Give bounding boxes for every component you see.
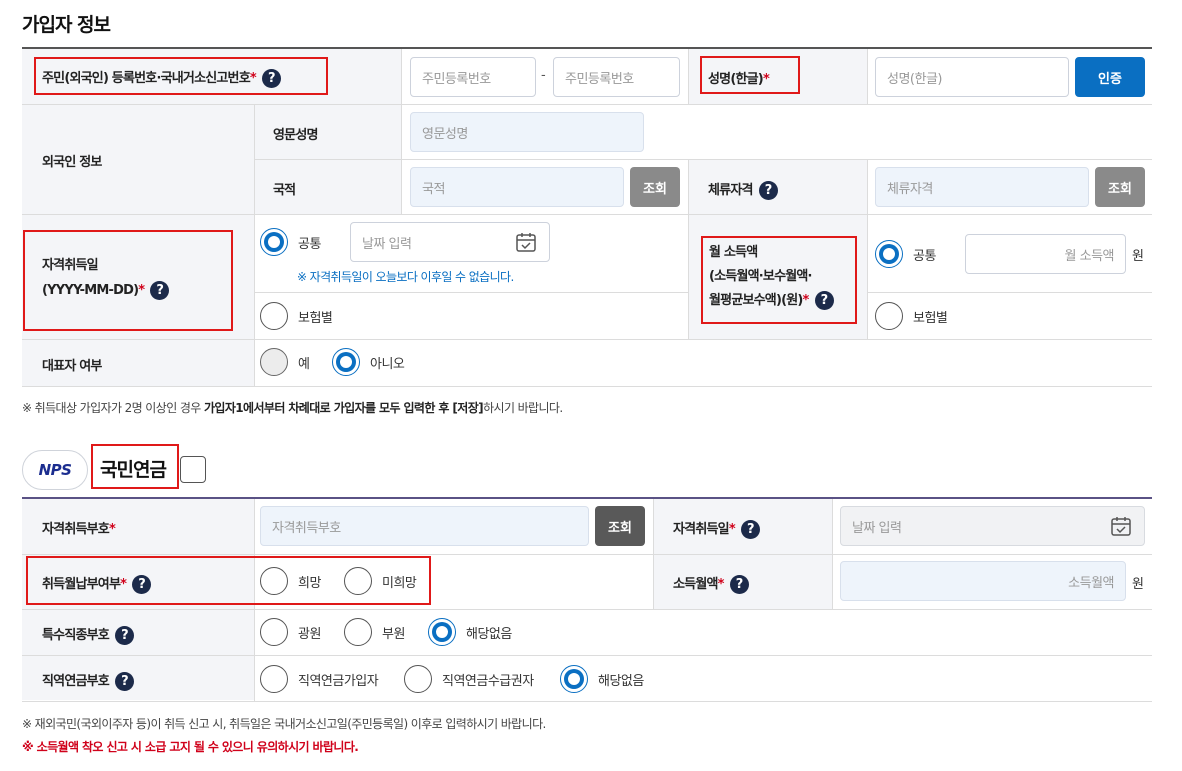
special-job-seaman-radio[interactable]: 부원: [344, 618, 405, 646]
radio-unchecked-icon: [404, 665, 432, 693]
rrn-input-back[interactable]: 주민등록번호: [553, 57, 680, 97]
row-divider: [22, 339, 1152, 340]
radio-unchecked-icon: [260, 618, 288, 646]
representative-no-radio[interactable]: 아니오: [332, 348, 405, 376]
nps-income-input[interactable]: 소득월액: [840, 561, 1126, 601]
radio-checked-icon: [560, 665, 588, 693]
highlight-box: [701, 236, 857, 324]
radio-checked-icon: [332, 348, 360, 376]
income-common-radio[interactable]: 공통: [875, 240, 936, 268]
radio-unchecked-icon: [344, 618, 372, 646]
foreigner-info-label: 외국인 정보: [42, 155, 102, 170]
acq-date-by-insurance-radio[interactable]: 보험별: [260, 302, 333, 330]
overseas-korean-note: ※ 재외국민(국외이주자 등)이 취득 신고 시, 취득일은 국내거소신고일(주…: [22, 717, 546, 731]
highlight-box: [700, 56, 800, 94]
nps-income-label: 소득월액*?: [673, 573, 749, 594]
nps-acq-date-label: 자격취득일*?: [673, 518, 760, 539]
col-divider: [401, 104, 402, 214]
nationality-search-button[interactable]: 조회: [630, 167, 680, 207]
eng-name-input[interactable]: 영문성명: [410, 112, 644, 152]
name-input[interactable]: 성명(한글): [875, 57, 1069, 97]
col-divider: [867, 159, 868, 339]
acq-date-note: ※ 자격취득일이 오늘보다 이후일 수 없습니다.: [297, 270, 514, 284]
row-divider: [22, 214, 1152, 215]
help-icon[interactable]: ?: [740, 520, 760, 539]
row-divider: [867, 292, 1152, 293]
monthly-income-input[interactable]: 월 소득액: [965, 234, 1126, 274]
help-icon[interactable]: ?: [114, 672, 134, 691]
section-title-subscriber-info: 가입자 정보: [22, 14, 111, 36]
occupational-pension-label: 직역연금부호?: [42, 670, 134, 691]
stay-status-label: 체류자격?: [708, 179, 778, 200]
row-divider: [22, 655, 1152, 656]
nps-acq-code-input[interactable]: 자격취득부호: [260, 506, 589, 546]
col-divider: [867, 49, 868, 104]
radio-checked-icon: [428, 618, 456, 646]
occupational-beneficiary-radio[interactable]: 직역연금수급권자: [404, 665, 534, 693]
col-divider: [688, 159, 689, 339]
multi-subscriber-note: ※ 취득대상 가입자가 2명 이상인 경우 가입자1에서부터 차례대로 가입자를…: [22, 401, 563, 415]
nationality-label: 국적: [273, 183, 296, 198]
income-by-insurance-radio[interactable]: 보험별: [875, 302, 948, 330]
row-divider: [22, 609, 1152, 610]
radio-unchecked-icon: [260, 302, 288, 330]
occupational-subscriber-radio[interactable]: 직역연금가입자: [260, 665, 379, 693]
row-divider: [22, 701, 1152, 702]
acq-date-input[interactable]: 날짜 입력: [350, 222, 550, 262]
highlight-box: [91, 444, 179, 489]
acq-date-common-radio[interactable]: 공통: [260, 228, 321, 256]
won-unit: 원: [1132, 249, 1144, 264]
radio-checked-icon: [260, 228, 288, 256]
col-divider: [688, 49, 689, 104]
row-divider: [254, 292, 688, 293]
rrn-separator: -: [541, 68, 546, 83]
nps-acq-code-label: 자격취득부호*: [42, 522, 116, 537]
radio-checked-icon: [875, 240, 903, 268]
section-toggle-checkbox[interactable]: [180, 456, 206, 483]
stay-status-search-button[interactable]: 조회: [1095, 167, 1145, 207]
highlight-box: [34, 57, 328, 95]
table-top-border: [22, 497, 1152, 499]
radio-unchecked-icon: [260, 665, 288, 693]
special-job-label: 특수직종부호?: [42, 624, 134, 645]
highlight-box: [23, 230, 233, 331]
radio-unchecked-icon: [875, 302, 903, 330]
won-unit: 원: [1132, 577, 1144, 592]
nps-acq-code-search-button[interactable]: 조회: [595, 506, 645, 546]
representative-label: 대표자 여부: [42, 359, 102, 374]
verify-button[interactable]: 인증: [1075, 57, 1145, 97]
rrn-input-front[interactable]: 주민등록번호: [410, 57, 536, 97]
row-divider: [22, 104, 1152, 105]
representative-yes-radio[interactable]: 예: [260, 348, 310, 376]
col-divider: [832, 499, 833, 609]
nps-logo: NPS: [22, 450, 88, 490]
nps-acq-date-input[interactable]: 날짜 입력: [840, 506, 1145, 546]
occupational-none-radio[interactable]: 해당없음: [560, 665, 644, 693]
eng-name-label: 영문성명: [273, 128, 318, 143]
help-icon[interactable]: ?: [758, 181, 778, 200]
help-icon[interactable]: ?: [114, 626, 134, 645]
col-divider: [254, 104, 255, 386]
help-icon[interactable]: ?: [729, 575, 749, 594]
nationality-input[interactable]: 국적: [410, 167, 624, 207]
row-divider: [22, 554, 1152, 555]
col-divider: [653, 499, 654, 609]
calendar-icon[interactable]: [515, 231, 537, 253]
calendar-icon[interactable]: [1110, 515, 1132, 537]
row-divider: [22, 386, 1152, 387]
col-divider: [401, 49, 402, 104]
radio-unchecked-icon: [260, 348, 288, 376]
special-job-none-radio[interactable]: 해당없음: [428, 618, 512, 646]
special-job-miner-radio[interactable]: 광원: [260, 618, 321, 646]
row-divider: [254, 159, 1152, 160]
highlight-box: [26, 556, 431, 605]
table-top-border: [22, 47, 1152, 49]
income-warning-note: ※ 소득월액 착오 신고 시 소급 고지 될 수 있으니 유의하시기 바랍니다.: [22, 740, 359, 754]
stay-status-input[interactable]: 체류자격: [875, 167, 1089, 207]
